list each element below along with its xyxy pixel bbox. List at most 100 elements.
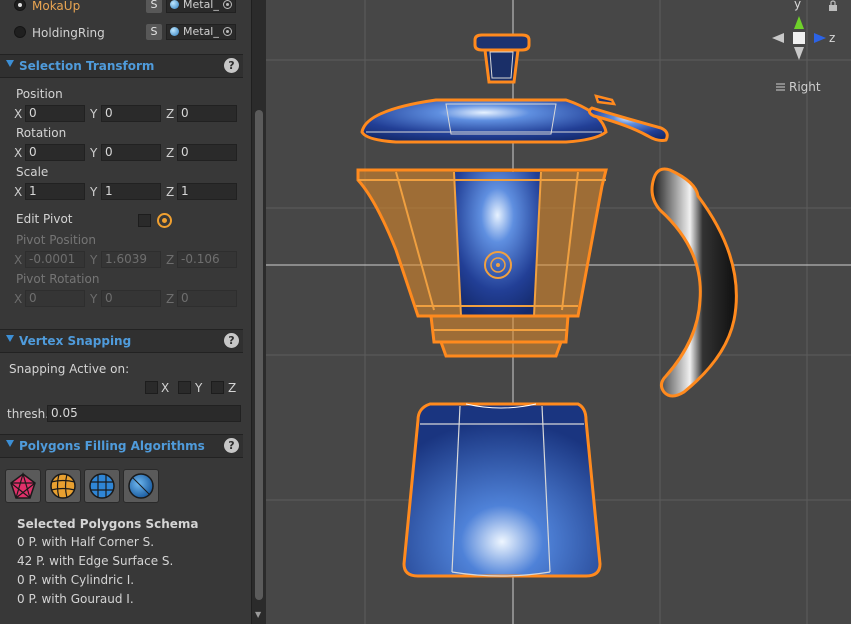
pivot-rotation-y-field: 0 (101, 290, 161, 307)
pivot-rotation-z-field: 0 (177, 290, 237, 307)
pivot-rotation-x-label: X (14, 292, 23, 306)
gizmo-center-cube[interactable] (793, 32, 805, 44)
scene-canvas[interactable] (266, 0, 851, 624)
position-y-label: Y (90, 107, 98, 121)
gizmo-y-axis[interactable] (794, 16, 804, 29)
pivot-position-y-field: 1.6039 (101, 251, 161, 268)
pivot-rotation-z-label: Z (166, 292, 175, 306)
object-picker-icon[interactable] (223, 0, 232, 9)
foldout-triangle-icon[interactable] (6, 60, 14, 67)
section-header-vertex-snapping[interactable]: Vertex Snapping ? (0, 329, 243, 353)
scene-viewport[interactable]: y z Right (266, 0, 851, 624)
material-field[interactable]: Metal_ (166, 0, 236, 13)
gizmo-y-label: y (794, 0, 802, 11)
inspector-panel: MokaUp S Metal_ HoldingRing S Metal_ Sel… (0, 0, 251, 624)
snap-x-checkbox[interactable] (145, 381, 158, 394)
position-label: Position (16, 87, 63, 101)
scale-z-label: Z (166, 185, 175, 199)
gizmo-z-label: z (829, 31, 836, 45)
pivot-position-z-field: -0.106 (177, 251, 237, 268)
section-title: Selection Transform (19, 59, 155, 73)
moka-lower-body[interactable] (402, 402, 602, 578)
pivot-toggle-radio[interactable] (157, 213, 172, 228)
moka-lid[interactable] (360, 98, 608, 144)
rotation-z-label: Z (166, 146, 175, 160)
pivot-position-y-label: Y (90, 253, 98, 267)
scroll-down-icon[interactable]: ▼ (255, 610, 261, 619)
object-picker-icon[interactable] (223, 27, 232, 36)
scale-y-label: Y (90, 185, 98, 199)
pivot-rotation-x-field: 0 (25, 290, 85, 307)
edit-pivot-checkbox[interactable] (138, 214, 151, 227)
rotation-y-label: Y (90, 146, 98, 160)
edge-surface-button[interactable] (45, 469, 81, 503)
view-menu-icon[interactable] (776, 83, 785, 91)
view-label[interactable]: Right (789, 80, 821, 94)
moka-upper-body[interactable] (356, 168, 608, 358)
object-name-holdingring: HoldingRing (32, 26, 105, 40)
help-icon[interactable]: ? (224, 58, 239, 73)
cylindric-button[interactable] (84, 469, 120, 503)
object-s-button[interactable]: S (146, 0, 162, 13)
pivot-rotation-label: Pivot Rotation (16, 272, 100, 286)
scale-x-label: X (14, 185, 23, 199)
gizmo-z-axis[interactable] (814, 33, 826, 43)
moka-lid-knob[interactable] (473, 33, 531, 84)
position-z-field[interactable]: 0 (177, 105, 237, 122)
moka-handle[interactable] (650, 167, 738, 398)
pivot-position-label: Pivot Position (16, 233, 96, 247)
help-icon[interactable]: ? (224, 438, 239, 453)
pivot-position-x-field: -0.0001 (25, 251, 85, 268)
help-icon[interactable]: ? (224, 333, 239, 348)
schema-title: Selected Polygons Schema (17, 517, 199, 531)
material-name: Metal_ (183, 25, 219, 38)
snap-z-checkbox[interactable] (211, 381, 224, 394)
object-row-holdingring[interactable]: HoldingRing S Metal_ (0, 21, 243, 45)
gouraud-icon (128, 473, 154, 499)
scale-x-field[interactable]: 1 (25, 183, 85, 200)
snap-y-checkbox[interactable] (178, 381, 191, 394)
object-radio-mokaup[interactable] (14, 0, 26, 11)
gouraud-button[interactable] (123, 469, 159, 503)
gizmo-neg-y-axis[interactable] (794, 47, 804, 60)
rotation-x-field[interactable]: 0 (25, 144, 85, 161)
scrollbar-thumb[interactable] (255, 110, 263, 600)
schema-line-cylindric: 0 P. with Cylindric I. (17, 573, 135, 587)
object-radio-holdingring[interactable] (14, 26, 26, 38)
inspector-scrollbar[interactable]: ▼ (251, 0, 266, 624)
position-y-field[interactable]: 0 (101, 105, 161, 122)
section-header-selection-transform[interactable]: Selection Transform ? (0, 54, 243, 78)
schema-line-edge-surface: 42 P. with Edge Surface S. (17, 554, 174, 568)
snap-x-label: X (161, 381, 170, 395)
object-name-mokaup: MokaUp (32, 0, 81, 13)
rotation-label: Rotation (16, 126, 67, 140)
object-s-button[interactable]: S (146, 24, 162, 40)
edge-surface-icon (50, 473, 76, 499)
material-field[interactable]: Metal_ (166, 24, 236, 40)
schema-line-half-corner: 0 P. with Half Corner S. (17, 535, 155, 549)
scale-z-field[interactable]: 1 (177, 183, 237, 200)
thresh-field[interactable]: 0.05 (47, 405, 241, 422)
rotation-z-field[interactable]: 0 (177, 144, 237, 161)
section-title: Vertex Snapping (19, 334, 132, 348)
section-title: Polygons Filling Algorithms (19, 439, 205, 453)
foldout-triangle-icon[interactable] (6, 335, 14, 342)
section-header-polygons-filling[interactable]: Polygons Filling Algorithms ? (0, 434, 243, 458)
snap-z-label: Z (228, 381, 237, 395)
pivot-position-x-label: X (14, 253, 23, 267)
thresh-label: thresh. (7, 407, 50, 421)
object-row-mokaup[interactable]: MokaUp S Metal_ (0, 0, 243, 18)
foldout-triangle-icon[interactable] (6, 440, 14, 447)
pivot-position-z-label: Z (166, 253, 175, 267)
orientation-gizmo[interactable] (772, 16, 826, 60)
scale-label: Scale (16, 165, 49, 179)
lock-icon[interactable] (829, 0, 837, 11)
schema-line-gouraud: 0 P. with Gouraud I. (17, 592, 134, 606)
gizmo-neg-z-axis[interactable] (772, 33, 784, 43)
position-x-field[interactable]: 0 (25, 105, 85, 122)
rotation-y-field[interactable]: 0 (101, 144, 161, 161)
snapping-active-label: Snapping Active on: (9, 362, 130, 376)
scale-y-field[interactable]: 1 (101, 183, 161, 200)
position-z-label: Z (166, 107, 175, 121)
half-corner-button[interactable] (5, 469, 41, 503)
